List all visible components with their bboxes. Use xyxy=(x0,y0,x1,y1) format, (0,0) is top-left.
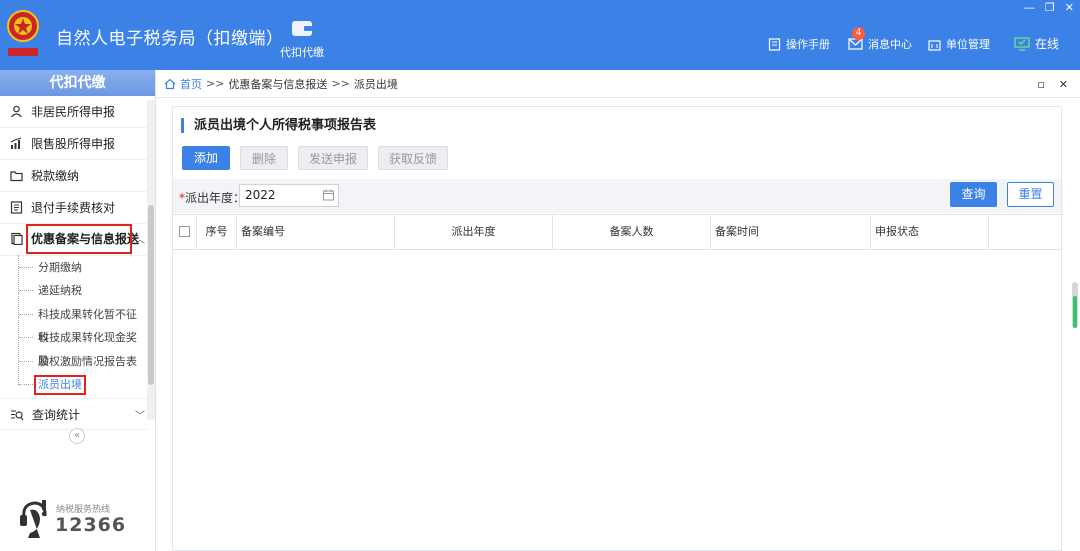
breadcrumb-separator: >> xyxy=(331,77,350,90)
close-tab-icon[interactable]: ✕ xyxy=(1059,78,1068,91)
manual-icon xyxy=(768,37,781,51)
wallet-icon xyxy=(292,21,312,36)
maximize-tab-icon[interactable]: ▫ xyxy=(1037,78,1044,91)
reset-button[interactable]: 重置 xyxy=(1007,182,1054,207)
sidebar-item-nonresident[interactable]: 非居民所得申报 xyxy=(0,96,147,128)
breadcrumb-home-link[interactable]: 首页 xyxy=(180,76,202,92)
chart-icon xyxy=(10,137,22,149)
building-icon xyxy=(928,39,941,51)
service-hotline: 纳税服务热线 12366 xyxy=(18,498,148,538)
close-icon[interactable]: ✕ xyxy=(1065,2,1074,14)
highlight-box-preferential xyxy=(26,224,132,254)
column-header-seq: 序号 xyxy=(197,215,237,249)
sidebar-item-refund-fee[interactable]: 退付手续费核对 xyxy=(0,192,147,224)
sidebar-subitem-equity-report[interactable]: 股权激励情况报告表 xyxy=(0,350,147,373)
calendar-icon[interactable] xyxy=(323,189,334,201)
sidebar-scrollbar[interactable] xyxy=(147,100,155,420)
breadcrumb: 首页 >> 优惠备案与信息报送 >> 派员出境 ▫ ✕ xyxy=(156,70,1080,98)
nav-tile-label: 代扣代缴 xyxy=(280,46,324,59)
column-header-filing-no: 备案编号 xyxy=(237,215,395,249)
column-header-dispatch-year: 派出年度 xyxy=(395,215,553,249)
message-count-badge: 4 xyxy=(852,27,865,40)
add-button[interactable]: 添加 xyxy=(182,146,230,170)
tab-controls: ▫ ✕ xyxy=(1037,78,1068,91)
document-icon xyxy=(11,232,23,245)
select-all-cell xyxy=(173,215,197,249)
delete-button[interactable]: 删除 xyxy=(240,146,288,170)
table-header: 序号 备案编号 派出年度 备案人数 备案时间 申报状态 xyxy=(173,214,1061,250)
chevron-up-icon: ︿ xyxy=(135,235,145,246)
chevron-down-icon: ﹀ xyxy=(135,411,145,422)
list-icon xyxy=(10,201,23,214)
minimize-icon[interactable]: — xyxy=(1024,2,1035,14)
folder-icon xyxy=(10,171,23,182)
message-center-link[interactable]: 消息中心 4 xyxy=(848,27,912,52)
breadcrumb-level1[interactable]: 优惠备案与信息报送 xyxy=(228,76,327,92)
window-controls: — ❐ ✕ xyxy=(1024,2,1074,14)
page-title: 派员出境个人所得税事项报告表 xyxy=(181,118,376,133)
query-button[interactable]: 查询 xyxy=(950,182,997,207)
monitor-online-icon xyxy=(1014,36,1030,51)
sidebar-subitem-tech-cash[interactable]: 科技成果转化现金奖励 xyxy=(0,326,147,367)
home-icon xyxy=(164,78,176,89)
sidebar-subitem-installment[interactable]: 分期缴纳 xyxy=(0,256,147,279)
tax-bureau-emblem-icon xyxy=(7,10,39,56)
get-feedback-button[interactable]: 获取反馈 xyxy=(378,146,448,170)
send-declaration-button[interactable]: 发送申报 xyxy=(298,146,368,170)
app-title: 自然人电子税务局（扣缴端） xyxy=(56,29,284,49)
dispatch-year-input[interactable]: 2022 xyxy=(239,184,339,207)
dispatch-year-label: *派出年度： xyxy=(179,191,246,205)
query-list-icon xyxy=(11,410,24,420)
sidebar-subitem-deferred[interactable]: 递延纳税 xyxy=(0,279,147,302)
highlight-box-dispatch xyxy=(34,375,86,395)
column-header-filing-time: 备案时间 xyxy=(711,215,871,249)
page-scrollbar-thumb[interactable] xyxy=(1073,296,1077,328)
manual-link[interactable]: 操作手册 xyxy=(768,36,830,52)
filter-bar: *派出年度： 2022 查询 重置 xyxy=(173,179,1061,213)
column-header-status: 申报状态 xyxy=(871,215,989,249)
breadcrumb-separator: >> xyxy=(206,77,225,90)
headset-service-icon xyxy=(20,500,47,538)
sidebar-scrollbar-thumb[interactable] xyxy=(148,205,154,385)
sidebar-subitem-tech-exempt[interactable]: 科技成果转化暂不征收 xyxy=(0,303,147,344)
column-header-headcount: 备案人数 xyxy=(553,215,711,249)
select-all-checkbox[interactable] xyxy=(179,226,190,237)
breadcrumb-current: 派员出境 xyxy=(353,77,398,91)
page-scrollbar[interactable] xyxy=(1072,282,1078,328)
column-header-blank xyxy=(989,215,1061,249)
sidebar-heading: 代扣代缴 xyxy=(0,70,155,96)
sidebar-item-query-stats[interactable]: 查询统计 ﹀ xyxy=(0,398,147,430)
unit-management-link[interactable]: 单位管理 xyxy=(928,36,990,52)
nav-tile-withholding[interactable]: 代扣代缴 xyxy=(276,18,328,60)
hotline-number: 12366 xyxy=(55,514,127,536)
sidebar-item-tax-payment[interactable]: 税款缴纳 xyxy=(0,160,147,192)
app-header: 自然人电子税务局（扣缴端） 代扣代缴 — ❐ ✕ 操作手册 消息中心 4 单位管… xyxy=(0,0,1080,70)
main-panel: 派员出境个人所得税事项报告表 添加 删除 发送申报 获取反馈 *派出年度： 20… xyxy=(172,106,1062,551)
envelope-icon xyxy=(848,38,863,50)
sidebar-item-restricted-shares[interactable]: 限售股所得申报 xyxy=(0,128,147,160)
restore-icon[interactable]: ❐ xyxy=(1045,2,1055,14)
person-icon xyxy=(11,105,22,118)
collapse-sidebar-icon[interactable]: « xyxy=(69,428,85,444)
online-status: 在线 xyxy=(1014,35,1059,52)
